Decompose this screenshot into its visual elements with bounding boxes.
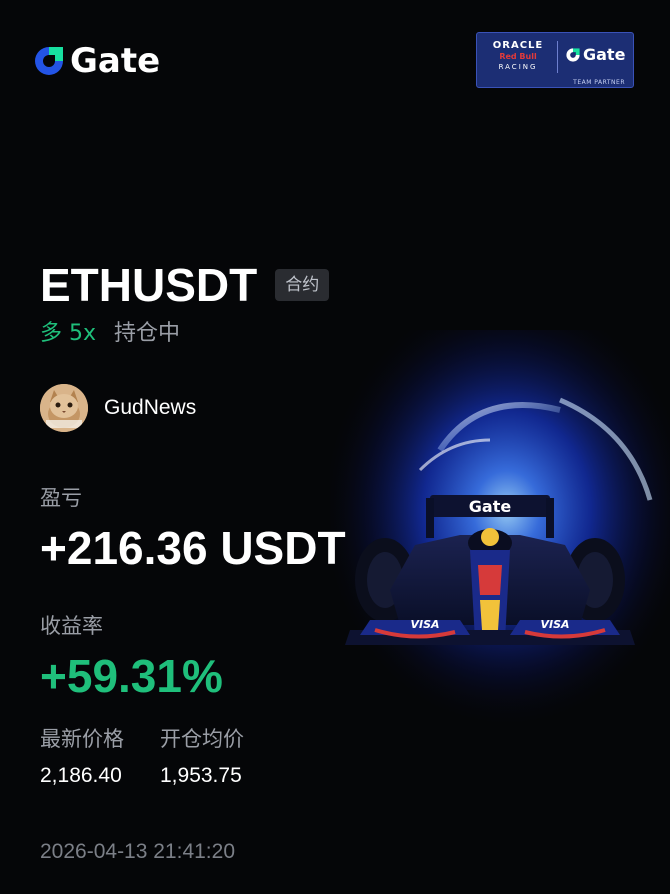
entry-price-value: 1,953.75 (160, 764, 242, 787)
last-price-value: 2,186.40 (40, 764, 122, 787)
partner-redbull-text: Red Bull (499, 52, 537, 61)
cat-avatar-icon (40, 384, 88, 432)
car-wing-text: Gate (469, 497, 512, 516)
race-car-illustration: Gate VISA VISA (330, 330, 670, 730)
position-status: 持仓中 (114, 321, 181, 346)
avatar (40, 384, 88, 432)
partner-oracle-text: ORACLE (492, 40, 544, 51)
roi-label: 收益率 (40, 614, 103, 638)
last-price-column: 最新价格 2,186.40 (40, 724, 124, 790)
gate-logo-small-icon (566, 48, 580, 62)
entry-price-column: 开仓均价 1,953.75 (160, 724, 244, 790)
partner-gate-logo: Gate (565, 47, 625, 63)
partner-gate-text: Gate (583, 45, 626, 64)
last-price-label: 最新价格 (40, 727, 124, 751)
timestamp: 2026-04-13 21:41:20 (40, 840, 235, 863)
pair-header: ETHUSDT 合约 (40, 258, 330, 312)
contract-badge: 合约 (275, 269, 330, 301)
gate-logo-icon (35, 47, 63, 75)
position-side-leverage: 多 5x (40, 321, 97, 346)
trading-pair: ETHUSDT (40, 259, 258, 311)
car-side-text-left: VISA (410, 618, 439, 631)
share-card: Gate VISA VISA Gate ORACLE Red Bull RACI… (0, 0, 670, 894)
gate-logo-text: Gate (70, 41, 161, 81)
position-info: 多 5x 持仓中 (40, 318, 180, 350)
user-info: GudNews (40, 384, 196, 432)
pnl-label: 盈亏 (40, 486, 82, 510)
team-partner-label: TEAM PARTNER (573, 79, 625, 86)
gate-logo: Gate (32, 44, 160, 78)
roi-value: +59.31% (40, 650, 223, 702)
team-partner-badge: ORACLE Red Bull RACING Gate TEAM PARTNER (476, 32, 634, 88)
partner-divider (557, 41, 558, 73)
entry-price-label: 开仓均价 (160, 727, 244, 751)
price-section: 最新价格 2,186.40 开仓均价 1,953.75 (40, 724, 244, 790)
pnl-value: +216.36 USDT (40, 522, 346, 574)
username: GudNews (104, 396, 197, 419)
oracle-redbull-racing-logo: ORACLE Red Bull RACING (483, 40, 553, 72)
car-side-text-right: VISA (540, 618, 569, 631)
partner-racing-text: RACING (498, 63, 538, 71)
